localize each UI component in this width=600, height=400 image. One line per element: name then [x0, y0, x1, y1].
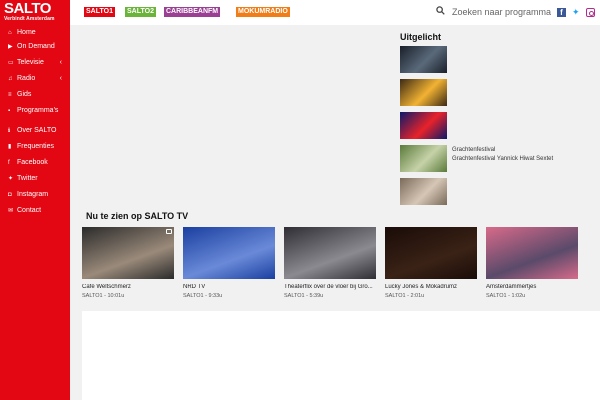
video-meta: SALTO1 - 1:02u — [486, 293, 526, 299]
info-icon: ℹ — [8, 128, 11, 134]
play-icon: ▶ — [8, 44, 13, 50]
salto-logo[interactable]: SALTO Verbindt Amsterdam — [4, 0, 66, 28]
search-input[interactable] — [452, 5, 552, 19]
video-meta: SALTO1 - 5:39u — [284, 293, 324, 299]
sidebar-item-on-demand[interactable]: ▶ On Demand — [0, 40, 70, 54]
video-thumbnail[interactable] — [82, 227, 174, 279]
featured-thumbnail[interactable] — [400, 178, 447, 205]
search-icon[interactable] — [436, 6, 445, 15]
music-icon: ♫ — [8, 76, 13, 82]
sidebar-item-label: Gids — [17, 91, 32, 98]
sidebar-item-label: Radio — [17, 75, 36, 82]
video-thumbnail[interactable] — [183, 227, 275, 279]
signal-icon: ▮ — [8, 144, 12, 150]
content-panel — [82, 311, 600, 400]
facebook-icon[interactable]: f — [557, 8, 566, 17]
instagram-icon: ◘ — [8, 192, 12, 198]
video-meta: SALTO1 - 9:33u — [183, 293, 223, 299]
video-thumbnail[interactable] — [486, 227, 578, 279]
list-icon: ≡ — [8, 92, 12, 98]
featured-title: Uitgelicht — [400, 32, 442, 42]
logo-text: SALTO — [4, 0, 51, 17]
channel-caribbeanfm[interactable]: CARIBBEANFM — [164, 7, 221, 17]
featured-thumbnail[interactable] — [400, 112, 447, 139]
sidebar-item-twitter[interactable]: ✦ Twitter — [0, 172, 70, 186]
sidebar-item-instagram[interactable]: ◘ Instagram — [0, 188, 70, 202]
video-title[interactable]: Café Weltschmerz — [82, 284, 174, 290]
sidebar-item-radio[interactable]: ♫ Radio ‹ — [0, 72, 70, 86]
video-card[interactable]: NRD TV SALTO1 - 9:33u — [183, 227, 275, 299]
video-player[interactable] — [82, 30, 392, 205]
sidebar-item-label: Facebook — [17, 159, 48, 166]
featured-caption-title: Grachtenfestival — [452, 147, 496, 153]
channel-salto2[interactable]: SALTO2 — [125, 7, 156, 17]
grid-icon: ▪ — [8, 108, 11, 114]
sidebar-item-label: Twitter — [17, 175, 38, 182]
featured-item[interactable] — [400, 178, 447, 205]
video-thumbnail[interactable] — [385, 227, 477, 279]
chevron-left-icon: ‹ — [59, 75, 62, 82]
sidebar-item-gids[interactable]: ≡ Gids — [0, 88, 70, 102]
video-card[interactable]: Theaterflix over de vloer bij Gro... SALT… — [284, 227, 376, 299]
sidebar-item-home[interactable]: ⌂ Home — [0, 26, 70, 40]
video-card[interactable]: Café Weltschmerz SALTO1 - 10:01u — [82, 227, 174, 299]
home-icon: ⌂ — [8, 30, 12, 36]
featured-item[interactable] — [400, 46, 447, 73]
sidebar-item-televisie[interactable]: ▭ Televisie ‹ — [0, 56, 70, 70]
contact-icon: ✉ — [8, 208, 14, 214]
sidebar-nav: ⌂ Home ▶ On Demand ▭ Televisie ‹ ♫ Radio ‹ ≡ Gids ▪ P… — [0, 26, 70, 218]
sidebar-item-label: Contact — [17, 207, 42, 214]
featured-caption-subtitle: Grachtenfestival Yannick Hiwat Sextet — [452, 156, 554, 162]
featured-thumbnail[interactable] — [400, 79, 447, 106]
sidebar-item-label: Frequenties — [17, 143, 54, 150]
video-card[interactable]: Lucky Jones & Mokadrumz SALTO1 - 2:01u — [385, 227, 477, 299]
featured-thumbnail[interactable] — [400, 145, 447, 172]
channel-mokumradio[interactable]: MOKUMRADIO — [236, 7, 290, 17]
video-title[interactable]: Lucky Jones & Mokadrumz — [385, 284, 477, 290]
sidebar-item-label: On Demand — [17, 43, 55, 50]
sidebar-item-label: Televisie — [17, 59, 44, 66]
logo-tagline: Verbindt Amsterdam — [4, 16, 55, 22]
video-camera-icon — [166, 229, 172, 234]
video-thumbnail[interactable] — [284, 227, 376, 279]
featured-caption[interactable]: Grachtenfestival Grachtenfestival Yannick… — [452, 146, 553, 164]
sidebar-item-programma-s[interactable]: ▪ Programma's — [0, 104, 70, 118]
video-title[interactable]: NRD TV — [183, 284, 275, 290]
sidebar-item-label: Instagram — [17, 191, 49, 198]
featured-item[interactable] — [400, 145, 447, 172]
featured-item[interactable] — [400, 79, 447, 106]
sidebar-item-frequenties[interactable]: ▮ Frequenties — [0, 140, 70, 154]
twitter-icon[interactable]: ✦ — [572, 8, 581, 17]
instagram-icon[interactable] — [586, 8, 595, 17]
sidebar-item-label: Programma's — [17, 107, 59, 114]
video-title[interactable]: Theaterflix over de vloer bij Gro... — [284, 284, 376, 290]
chevron-left-icon: ‹ — [59, 59, 62, 66]
sidebar-item-over-salto[interactable]: ℹ Over SALTO — [0, 124, 70, 138]
tv-icon: ▭ — [8, 60, 14, 66]
sidebar-item-contact[interactable]: ✉ Contact — [0, 204, 70, 218]
sidebar-item-facebook[interactable]: f Facebook — [0, 156, 70, 170]
video-title[interactable]: Amsterdammertjes — [486, 284, 578, 290]
sidebar-item-label: Over SALTO — [17, 127, 57, 134]
featured-thumbnail[interactable] — [400, 46, 447, 73]
twitter-icon: ✦ — [8, 176, 14, 182]
featured-item[interactable] — [400, 112, 447, 139]
facebook-icon: f — [8, 160, 10, 166]
sidebar: SALTO Verbindt Amsterdam ⌂ Home ▶ On Demand… — [0, 0, 70, 400]
sidebar-item-label: Home — [17, 29, 36, 36]
video-meta: SALTO1 - 2:01u — [385, 293, 425, 299]
now-showing-title: Nu te zien op SALTO TV — [86, 211, 189, 221]
video-meta: SALTO1 - 10:01u — [82, 293, 125, 299]
channel-salto1[interactable]: SALTO1 — [84, 7, 115, 17]
top-bar: SALTO1 SALTO2 CARIBBEANFM MOKUMRADIO f ✦ — [70, 0, 600, 25]
video-card[interactable]: Amsterdammertjes SALTO1 - 1:02u — [486, 227, 578, 299]
